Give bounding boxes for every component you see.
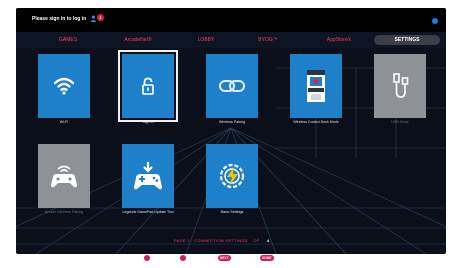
- tile-basic-settings-box[interactable]: [206, 144, 258, 208]
- tile-wireless-pairing-box[interactable]: [206, 54, 258, 118]
- wireless-gamepad-icon: [51, 165, 77, 188]
- page-indicator: PAGE 1 : CONNECTION SETTINGS OF 4: [174, 238, 269, 243]
- hint-page-prev[interactable]: ◄ PAGE: [180, 253, 206, 263]
- user-icon[interactable]: [90, 15, 97, 22]
- hint-page-next[interactable]: NEXT PAGE ►: [218, 253, 250, 263]
- page-of: OF: [253, 238, 260, 243]
- tile-usb-mode[interactable]: USB Mode: [374, 54, 426, 136]
- lock-icon: [142, 77, 154, 95]
- hint-page-next-label: PAGE ►: [232, 255, 251, 261]
- tile-wifi[interactable]: Wi-Fi: [38, 54, 90, 136]
- tab-games[interactable]: GAMES: [46, 35, 90, 45]
- wifi-icon: [53, 77, 75, 95]
- tile-label: Wireless Control Deck Mode: [293, 120, 339, 124]
- tile-control-deck-mode[interactable]: Wireless Control Deck Mode: [290, 54, 342, 136]
- tile-label: Legends GamePad Update Tool: [122, 210, 174, 214]
- tab-lobby[interactable]: LOBBY: [188, 35, 224, 45]
- usb-cable-icon: [393, 73, 409, 98]
- tile-label: Wi-Fi: [59, 120, 69, 124]
- signin-prompt[interactable]: Please sign in to log in: [32, 16, 86, 22]
- page-total: 4: [266, 238, 270, 243]
- status-dot-icon: [432, 18, 438, 24]
- controller-hints-bar: SELECT ◄ PAGE NEXT PAGE ► HOME BASIC SET…: [0, 252, 458, 264]
- notification-badge: 1: [97, 14, 104, 21]
- tile-control-deck-mode-box[interactable]: [290, 54, 342, 118]
- hint-page-prev-label: ◄ PAGE: [188, 255, 206, 261]
- hint-select-label: SELECT: [152, 255, 170, 261]
- tab-arcadenet[interactable]: ArcadeNet®: [112, 35, 164, 45]
- tile-label: Wireless Pairing: [219, 120, 245, 124]
- gamepad-download-icon: [134, 162, 162, 190]
- tile-label: USB Mode: [391, 120, 409, 124]
- tile-usb-mode-box[interactable]: [374, 54, 426, 118]
- arcade-cabinet-icon: [307, 70, 325, 102]
- tab-byog[interactable]: BYOG™: [250, 35, 286, 45]
- tile-sign-in-box[interactable]: [118, 50, 178, 122]
- tile-wireless-pairing[interactable]: Wireless Pairing: [206, 54, 258, 136]
- hint-basic-settings[interactable]: HOME BASIC SETTINGS: [260, 253, 312, 263]
- app-screen: Please sign in to log in 1 GAMES ArcadeN…: [16, 8, 446, 254]
- next-button-icon: NEXT: [218, 255, 231, 261]
- link-icon: [219, 80, 245, 92]
- tab-bar: GAMES ArcadeNet® LOBBY BYOG™ AppStoreX S…: [16, 32, 446, 48]
- tile-arcade-wireless-pairing[interactable]: Arcade Wireless Pairing: [38, 144, 90, 226]
- tile-basic-settings[interactable]: Basic Settings: [206, 144, 258, 226]
- tile-label: Basic Settings: [220, 210, 244, 214]
- home-button-icon: HOME: [260, 255, 274, 261]
- tile-label: Sign In: [142, 120, 154, 124]
- tile-gamepad-update-tool[interactable]: Legends GamePad Update Tool: [122, 144, 174, 226]
- tile-wifi-box[interactable]: [38, 54, 90, 118]
- top-bar: Please sign in to log in 1: [16, 8, 446, 32]
- tile-label: Arcade Wireless Pairing: [44, 210, 84, 214]
- hint-basic-settings-label: BASIC SETTINGS: [275, 255, 313, 261]
- tile-gamepad-update-tool-box[interactable]: [122, 144, 174, 208]
- tile-sign-in[interactable]: Sign In: [118, 50, 178, 136]
- tab-appstorex[interactable]: AppStoreX: [316, 35, 362, 45]
- a-button-icon: [144, 255, 150, 261]
- b-button-icon: [180, 255, 186, 261]
- hint-select[interactable]: SELECT: [144, 253, 169, 263]
- tile-arcade-wireless-pairing-box[interactable]: [38, 144, 90, 208]
- settings-lightning-icon: [219, 163, 245, 189]
- page-label: PAGE 1 : CONNECTION SETTINGS: [174, 238, 248, 243]
- tab-settings[interactable]: SETTINGS: [374, 35, 440, 45]
